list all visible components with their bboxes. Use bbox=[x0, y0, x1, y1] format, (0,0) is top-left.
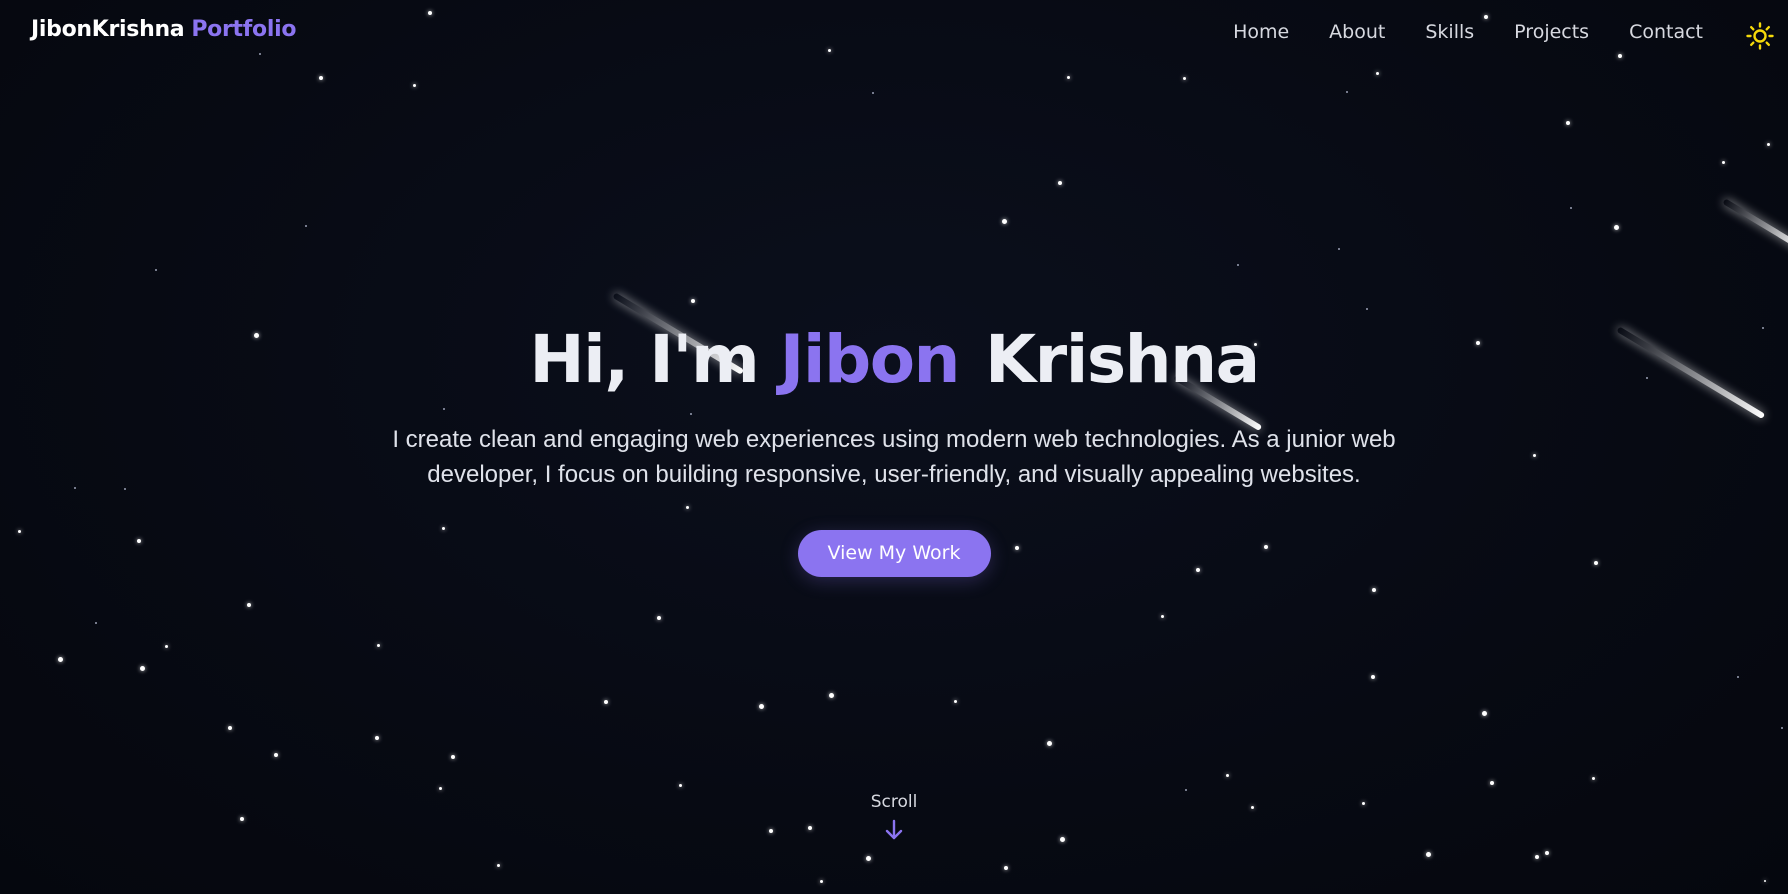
star bbox=[954, 700, 957, 703]
star bbox=[247, 603, 251, 607]
nav-link-about[interactable]: About bbox=[1329, 21, 1385, 43]
hero-greeting: Hi, I'm bbox=[529, 321, 780, 398]
star bbox=[1002, 219, 1007, 224]
hero-title: Hi, I'm Jibon Krishna bbox=[0, 318, 1788, 402]
hero-description: I create clean and engaging web experien… bbox=[392, 426, 1396, 488]
star bbox=[95, 622, 97, 624]
star bbox=[1566, 121, 1570, 125]
nav-link-contact[interactable]: Contact bbox=[1629, 21, 1703, 43]
star bbox=[1338, 248, 1340, 250]
star bbox=[1535, 855, 1539, 859]
star bbox=[1047, 741, 1052, 746]
star bbox=[377, 644, 380, 647]
star bbox=[305, 225, 307, 227]
star bbox=[759, 704, 764, 709]
sun-icon bbox=[1746, 22, 1774, 50]
star bbox=[165, 645, 168, 648]
star bbox=[604, 700, 608, 704]
arrow-down-icon bbox=[885, 819, 903, 840]
nav-link-projects[interactable]: Projects bbox=[1514, 21, 1589, 43]
scroll-indicator[interactable]: Scroll bbox=[0, 792, 1788, 842]
star bbox=[1426, 852, 1431, 857]
star bbox=[1490, 781, 1494, 785]
nav-link-home[interactable]: Home bbox=[1233, 21, 1289, 43]
star bbox=[657, 616, 661, 620]
brand-logo[interactable]: JibonKrishna Portfolio bbox=[31, 17, 296, 42]
star bbox=[1185, 789, 1187, 791]
star bbox=[1482, 711, 1487, 716]
star bbox=[1376, 72, 1379, 75]
star bbox=[375, 736, 379, 740]
theme-toggle-button[interactable] bbox=[1746, 22, 1774, 50]
navbar: JibonKrishna Portfolio Home About Skills … bbox=[0, 0, 1788, 68]
star bbox=[274, 753, 278, 757]
star bbox=[1067, 76, 1070, 79]
star bbox=[1545, 851, 1549, 855]
portfolio-page: JibonKrishna Portfolio Home About Skills … bbox=[0, 0, 1788, 894]
star bbox=[497, 864, 500, 867]
star bbox=[1570, 207, 1572, 209]
nav-link-skills[interactable]: Skills bbox=[1425, 21, 1474, 43]
scroll-label: Scroll bbox=[870, 792, 918, 812]
star bbox=[866, 856, 871, 861]
star bbox=[1058, 181, 1062, 185]
brand-accent: Portfolio bbox=[191, 17, 297, 42]
brand-name: JibonKrishna bbox=[31, 17, 185, 42]
star bbox=[829, 693, 834, 698]
hero-section: Hi, I'm Jibon Krishna I create clean and … bbox=[0, 318, 1788, 577]
star bbox=[1366, 308, 1368, 310]
hero-first-name: Jibon bbox=[779, 321, 961, 398]
star bbox=[1346, 91, 1348, 93]
star bbox=[1004, 866, 1008, 870]
star bbox=[1183, 77, 1186, 80]
star bbox=[1781, 727, 1783, 729]
star bbox=[413, 84, 416, 87]
view-my-work-button[interactable]: View My Work bbox=[797, 530, 991, 577]
star bbox=[319, 76, 323, 80]
star bbox=[439, 787, 442, 790]
star bbox=[1592, 777, 1595, 780]
star bbox=[155, 269, 157, 271]
star bbox=[820, 880, 823, 883]
star bbox=[1371, 675, 1375, 679]
star bbox=[872, 92, 874, 94]
star bbox=[679, 784, 682, 787]
star bbox=[58, 657, 63, 662]
star bbox=[140, 666, 145, 671]
star bbox=[1372, 588, 1376, 592]
star bbox=[1237, 264, 1239, 266]
star bbox=[1226, 774, 1229, 777]
star bbox=[1722, 161, 1725, 164]
star bbox=[691, 299, 695, 303]
star bbox=[1767, 143, 1770, 146]
star bbox=[1737, 676, 1739, 678]
nav-menu: Home About Skills Projects Contact bbox=[1233, 21, 1703, 43]
star bbox=[451, 755, 455, 759]
shooting-star bbox=[1722, 198, 1788, 250]
star bbox=[1161, 615, 1164, 618]
star bbox=[228, 726, 232, 730]
star bbox=[1614, 225, 1619, 230]
hero-last-name: Krishna bbox=[985, 321, 1260, 398]
star bbox=[1764, 880, 1766, 882]
